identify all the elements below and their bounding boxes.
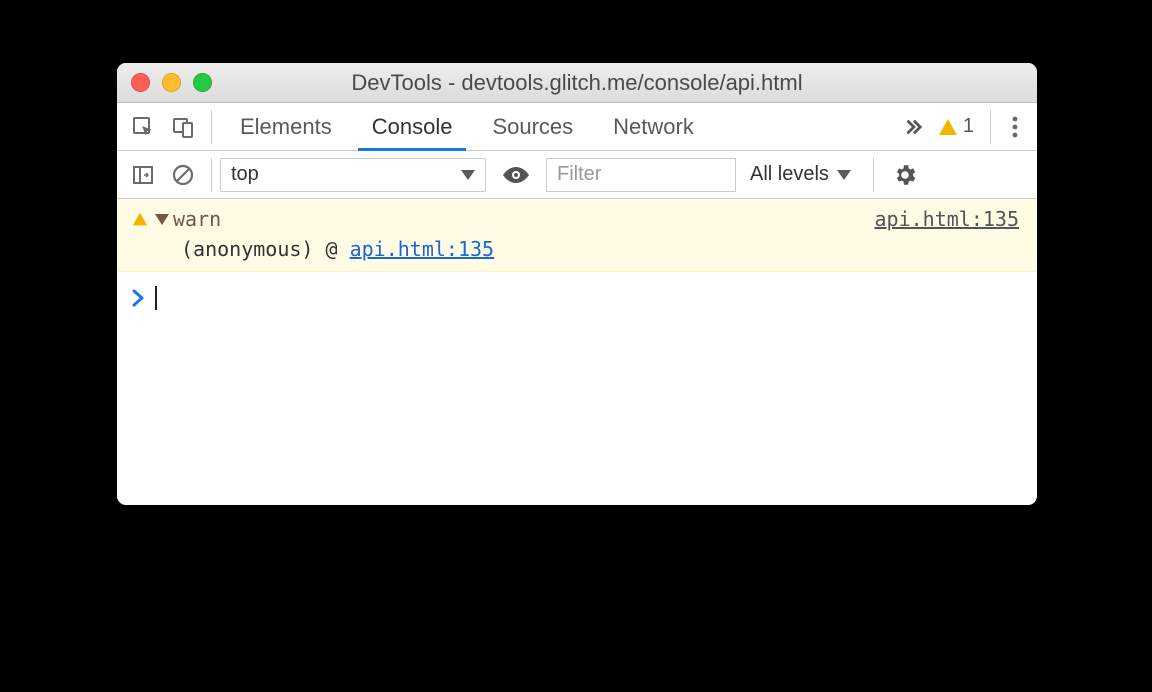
console-toolbar: top All levels xyxy=(117,151,1037,199)
log-levels-select[interactable]: All levels xyxy=(736,163,865,186)
console-warning-message[interactable]: warn api.html:135 (anonymous) @ api.html… xyxy=(117,199,1037,272)
disclosure-triangle-icon[interactable] xyxy=(155,214,169,225)
stack-trace-row: (anonymous) @ api.html:135 xyxy=(131,237,1019,261)
clear-console-icon[interactable] xyxy=(163,155,203,195)
message-source-link[interactable]: api.html:135 xyxy=(875,207,1020,231)
warning-icon xyxy=(939,119,957,135)
separator xyxy=(873,158,874,192)
filter-input[interactable] xyxy=(546,158,736,192)
tab-network[interactable]: Network xyxy=(593,103,714,150)
close-window-button[interactable] xyxy=(131,73,150,92)
warnings-badge[interactable]: 1 xyxy=(931,115,982,138)
minimize-window-button[interactable] xyxy=(162,73,181,92)
chevron-down-icon xyxy=(461,170,475,180)
context-value: top xyxy=(231,163,259,186)
trace-function: (anonymous) xyxy=(181,237,313,261)
console-prompt[interactable] xyxy=(117,272,1037,324)
chevron-down-icon xyxy=(837,170,851,180)
console-sidebar-toggle-icon[interactable] xyxy=(123,155,163,195)
console-settings-icon[interactable] xyxy=(882,162,928,188)
window-title: DevTools - devtools.glitch.me/console/ap… xyxy=(117,70,1037,96)
warning-icon xyxy=(133,213,147,226)
separator xyxy=(990,110,991,144)
live-expression-icon[interactable] xyxy=(486,165,546,185)
inspect-element-icon[interactable] xyxy=(123,107,163,147)
devtools-window: DevTools - devtools.glitch.me/console/ap… xyxy=(117,63,1037,505)
panel-tabs: Elements Console Sources Network xyxy=(220,103,893,150)
warning-count: 1 xyxy=(963,115,974,138)
levels-label: All levels xyxy=(750,163,829,186)
device-toolbar-icon[interactable] xyxy=(163,107,203,147)
tab-sources[interactable]: Sources xyxy=(472,103,593,150)
overflow-tabs-button[interactable] xyxy=(893,116,931,138)
text-cursor xyxy=(155,286,157,310)
trace-at: @ xyxy=(326,237,350,261)
settings-menu-button[interactable] xyxy=(999,115,1031,139)
execution-context-select[interactable]: top xyxy=(220,158,486,192)
message-text: warn xyxy=(173,207,221,231)
tab-console[interactable]: Console xyxy=(352,103,473,150)
window-titlebar: DevTools - devtools.glitch.me/console/ap… xyxy=(117,63,1037,103)
trace-source-link[interactable]: api.html:135 xyxy=(350,237,495,261)
console-output: warn api.html:135 (anonymous) @ api.html… xyxy=(117,199,1037,505)
zoom-window-button[interactable] xyxy=(193,73,212,92)
main-tabstrip: Elements Console Sources Network 1 xyxy=(117,103,1037,151)
message-summary-row: warn api.html:135 xyxy=(131,207,1019,231)
tab-elements[interactable]: Elements xyxy=(220,103,352,150)
prompt-chevron-icon xyxy=(131,289,145,307)
separator xyxy=(211,110,212,144)
traffic-lights xyxy=(117,73,212,92)
separator xyxy=(211,158,212,192)
